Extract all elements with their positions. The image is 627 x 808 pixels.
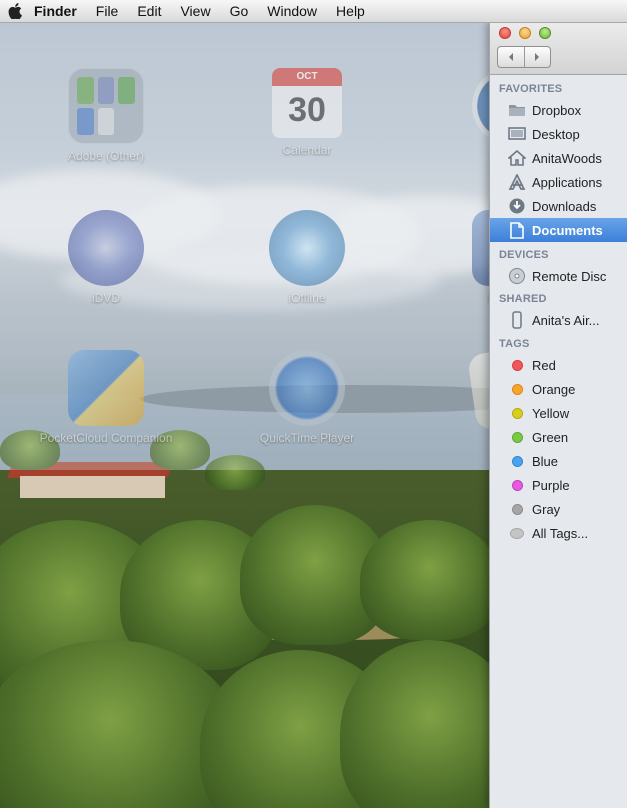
folder-icon (507, 101, 527, 119)
menu-go[interactable]: Go (230, 3, 249, 19)
tags-header: TAGS (499, 338, 530, 350)
sidebar-item-label: Green (532, 429, 569, 445)
sidebar-item-downloads[interactable]: Downloads (490, 194, 627, 218)
pocketcloud-icon (68, 350, 144, 426)
applications-icon (507, 173, 527, 191)
folder-icon (68, 68, 144, 144)
sidebar-item-dropbox[interactable]: Dropbox (490, 98, 627, 122)
all-tags-icon (510, 527, 524, 539)
back-button[interactable] (498, 47, 524, 67)
app-label: iOffline (288, 291, 326, 305)
favorites-header: FAVORITES (499, 83, 563, 95)
launchpad-app-pocketcloud[interactable]: PocketCloud Companion (36, 350, 176, 445)
menu-window[interactable]: Window (267, 3, 317, 19)
sidebar-tag-orange[interactable]: Orange (490, 377, 627, 401)
devices-header: DEVICES (499, 249, 549, 261)
desktop-icon (507, 125, 527, 143)
menu-file[interactable]: File (96, 3, 119, 19)
zoom-button[interactable] (539, 27, 551, 39)
sidebar-item-label: AnitaWoods (532, 150, 602, 166)
sidebar-item-label: All Tags... (532, 525, 589, 541)
sidebar-item-label: Anita's Air... (532, 312, 600, 328)
calendar-icon: OCT 30 (272, 68, 342, 138)
finder-window: FAVORITES Dropbox Desktop AnitaWoods App… (489, 22, 627, 808)
sidebar-item-desktop[interactable]: Desktop (490, 122, 627, 146)
disc-icon (507, 267, 527, 285)
laptop-icon (507, 311, 527, 329)
sidebar-tag-red[interactable]: Red (490, 353, 627, 377)
sidebar-item-label: Dropbox (532, 102, 582, 118)
idvd-icon (68, 210, 144, 286)
sidebar-item-applications[interactable]: Applications (490, 170, 627, 194)
menu-help[interactable]: Help (336, 3, 365, 19)
sidebar-item-anitas-air[interactable]: Anita's Air... (490, 308, 627, 332)
downloads-icon (507, 197, 527, 215)
close-button[interactable] (499, 27, 511, 39)
shared-header: SHARED (499, 293, 547, 305)
sidebar-item-label: Remote Disc (532, 268, 607, 284)
quicktime-icon (269, 350, 345, 426)
minimize-button[interactable] (519, 27, 531, 39)
window-titlebar (490, 22, 627, 75)
launchpad-app-adobe-other[interactable]: Adobe (Other) (36, 68, 176, 163)
forward-button[interactable] (523, 47, 551, 67)
gray-tag-icon (511, 503, 523, 515)
calendar-month: OCT (272, 68, 342, 86)
launchpad-app-calendar[interactable]: OCT 30 Calendar (237, 68, 377, 157)
yellow-tag-icon (511, 407, 523, 419)
chevron-left-icon (508, 53, 513, 61)
sidebar-tag-purple[interactable]: Purple (490, 473, 627, 497)
sidebar-item-label: Blue (532, 453, 559, 469)
sidebar-item-label: Applications (532, 174, 603, 190)
blue-tag-icon (511, 455, 523, 467)
menu-view[interactable]: View (180, 3, 210, 19)
apple-logo-icon[interactable] (7, 3, 23, 19)
app-label: Calendar (282, 143, 332, 157)
calendar-day: 30 (288, 91, 326, 129)
sidebar-tag-gray[interactable]: Gray (490, 497, 627, 521)
menu-bar: Finder File Edit View Go Window Help (0, 0, 627, 23)
ioffline-icon (269, 210, 345, 286)
home-icon (507, 149, 527, 167)
sidebar-item-home[interactable]: AnitaWoods (490, 146, 627, 170)
sidebar-tag-green[interactable]: Green (490, 425, 627, 449)
sidebar-item-remote-disc[interactable]: Remote Disc (490, 264, 627, 288)
sidebar-item-label: Orange (532, 381, 576, 397)
sidebar-item-label: Downloads (532, 198, 597, 214)
sidebar-item-label: Desktop (532, 126, 580, 142)
launchpad-app-idvd[interactable]: iDVD (36, 210, 176, 305)
navigation-buttons (497, 46, 551, 68)
purple-tag-icon (511, 479, 523, 491)
app-label: QuickTime Player (259, 431, 355, 445)
launchpad-app-quicktime[interactable]: QuickTime Player (237, 350, 377, 445)
app-label: iDVD (91, 291, 120, 305)
sidebar-item-documents[interactable]: Documents (490, 218, 627, 242)
sidebar-tag-yellow[interactable]: Yellow (490, 401, 627, 425)
sidebar-tag-blue[interactable]: Blue (490, 449, 627, 473)
sidebar-item-label: Purple (532, 477, 570, 493)
orange-tag-icon (511, 383, 523, 395)
sidebar-item-label: Documents (532, 222, 603, 238)
app-label: Adobe (Other) (67, 149, 145, 163)
sidebar-item-label: Red (532, 357, 556, 373)
menu-edit[interactable]: Edit (137, 3, 161, 19)
menu-finder[interactable]: Finder (34, 3, 77, 19)
launchpad-app-ioffline[interactable]: iOffline (237, 210, 377, 305)
document-icon (507, 221, 527, 239)
sidebar-item-label: Gray (532, 501, 561, 517)
red-tag-icon (511, 359, 523, 371)
sidebar-item-label: Yellow (532, 405, 570, 421)
app-label: PocketCloud Companion (39, 431, 173, 445)
chevron-right-icon (535, 53, 540, 61)
green-tag-icon (511, 431, 523, 443)
sidebar-tag-all-tags[interactable]: All Tags... (490, 521, 627, 545)
